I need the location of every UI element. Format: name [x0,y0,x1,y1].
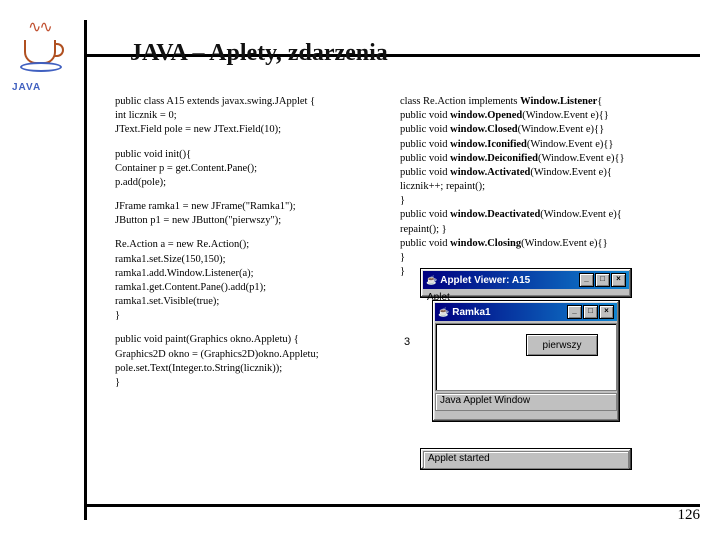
maximize-icon[interactable]: □ [595,273,610,287]
vertical-rule [84,20,87,520]
counter-display: 3 [404,336,410,348]
code-line: licznik++; repaint(); [400,180,700,194]
code-line: public class A15 extends javax.swing.JAp… [115,95,385,109]
code-line: ramka1.get.Content.Pane().add(p1); [115,281,385,295]
code-line: public void window.Activated(Window.Even… [400,166,700,180]
close-icon[interactable]: × [611,273,626,287]
cup-icon [24,40,56,64]
titlebar: ☕ Applet Viewer: A15 _ □ × [423,271,629,289]
code-left-column: public class A15 extends javax.swing.JAp… [115,95,385,400]
ramka1-window: ☕ Ramka1 _ □ × pierwszy Java Applet Wind… [432,300,620,422]
minimize-icon[interactable]: _ [567,305,582,319]
rule-bottom [84,504,700,507]
status-text: Applet started [423,451,629,469]
code-line: public void window.Closing(Window.Event … [400,237,700,251]
page-number: 126 [678,507,701,524]
logo-text: JAVA [12,82,41,93]
window-footer: Java Applet Window [435,393,617,411]
code-right-column: class Re.Action implements Window.Listen… [400,95,700,279]
code-line: JButton p1 = new JButton("pierwszy"); [115,214,385,228]
java-logo: ∿∿ [18,22,66,80]
java-cup-icon: ☕ [438,307,449,318]
code-line: public void window.Closed(Window.Event e… [400,123,700,137]
code-line: pole.set.Text(Integer.to.String(licznik)… [115,362,385,376]
code-line: JText.Field pole = new JText.Field(10); [115,123,385,137]
page-title: JAVA – Aplety, zdarzenia [130,40,388,67]
code-line: ramka1.set.Size(150,150); [115,253,385,267]
code-line: ramka1.add.Window.Listener(a); [115,267,385,281]
maximize-icon[interactable]: □ [583,305,598,319]
pierwszy-button[interactable]: pierwszy [526,334,598,356]
minimize-icon[interactable]: _ [579,273,594,287]
status-bar: Applet started [420,448,632,470]
code-line: Re.Action a = new Re.Action(); [115,238,385,252]
code-line: Graphics2D okno = (Graphics2D)okno.Apple… [115,348,385,362]
code-line: repaint(); } [400,223,700,237]
code-line: public void init(){ [115,148,385,162]
window-content: pierwszy [435,323,617,391]
code-line: public void paint(Graphics okno.Appletu)… [115,333,385,347]
code-line: public void window.Deiconified(Window.Ev… [400,152,700,166]
code-line: ramka1.set.Visible(true); [115,295,385,309]
code-line: } [400,194,700,208]
code-line: } [115,376,385,390]
titlebar-text: Ramka1 [452,307,490,318]
saucer-icon [20,62,62,72]
titlebar: ☕ Ramka1 _ □ × [435,303,617,321]
titlebar-text: Applet Viewer: A15 [440,275,530,286]
code-line: int licznik = 0; [115,109,385,123]
code-line: class Re.Action implements Window.Listen… [400,95,700,109]
steam-icon: ∿∿ [28,24,51,32]
code-line: Container p = get.Content.Pane(); [115,162,385,176]
code-line: } [400,251,700,265]
code-line: JFrame ramka1 = new JFrame("Ramka1"); [115,200,385,214]
code-line: public void window.Opened(Window.Event e… [400,109,700,123]
close-icon[interactable]: × [599,305,614,319]
code-line: public void window.Iconified(Window.Even… [400,138,700,152]
java-cup-icon: ☕ [426,275,437,286]
code-line: public void window.Deactivated(Window.Ev… [400,208,700,222]
code-line: p.add(pole); [115,176,385,190]
applet-viewer-window: ☕ Applet Viewer: A15 _ □ × Aplet [420,268,632,298]
code-line: } [115,309,385,323]
